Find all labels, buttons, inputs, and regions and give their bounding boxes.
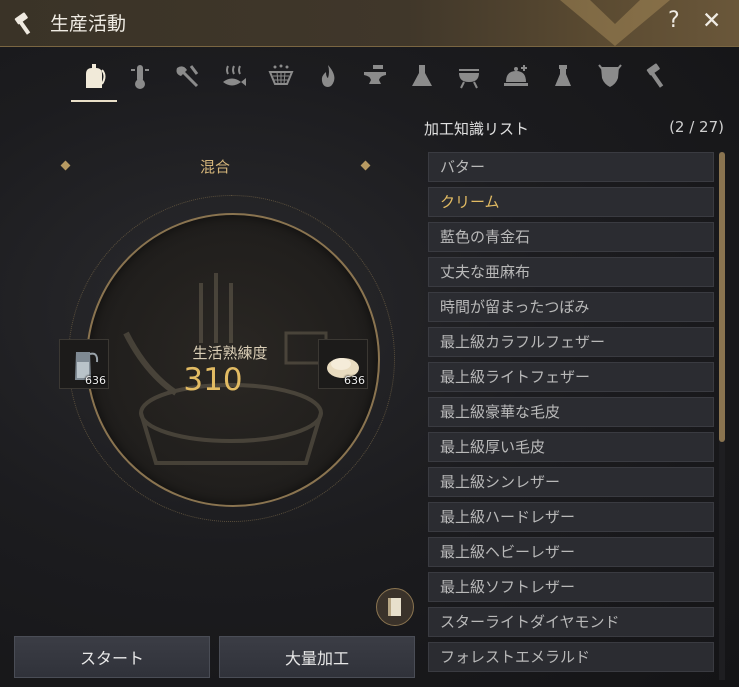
flask-icon: [412, 65, 432, 86]
category-tabs: [71, 56, 665, 104]
flame-icon: [321, 65, 335, 87]
recipe-book-button[interactable]: [376, 588, 414, 626]
window-title: 生産活動: [50, 13, 127, 35]
knowledge-list-item[interactable]: 最上級豪華な毛皮: [428, 397, 714, 427]
title-decoration: [560, 0, 670, 46]
knowledge-list-item[interactable]: 最上級ハードレザー: [428, 502, 714, 532]
tab-cooking[interactable]: [497, 56, 535, 96]
tab-alchemy[interactable]: [403, 56, 441, 96]
tab-grill[interactable]: [450, 56, 488, 96]
knowledge-list-item[interactable]: 丈夫な亜麻布: [428, 257, 714, 287]
knowledge-list-item[interactable]: クリーム: [428, 187, 714, 217]
tab-gathering[interactable]: [71, 56, 117, 102]
alchemy-tools-icon: [555, 65, 571, 86]
knowledge-list-item[interactable]: 時間が留まったつぼみ: [428, 292, 714, 322]
close-button[interactable]: ✕: [702, 8, 721, 34]
tab-alchemy-tools[interactable]: [544, 56, 582, 96]
tab-temperature[interactable]: [121, 56, 159, 96]
title-bar[interactable]: 生産活動 ? ✕: [0, 0, 739, 47]
help-button[interactable]: ?: [668, 8, 680, 33]
shield-crest-icon: [598, 64, 622, 87]
knowledge-list-count: (2 / 27): [669, 118, 724, 136]
proficiency-value: 310: [183, 362, 243, 398]
material-qty-right: 636: [344, 374, 365, 387]
knowledge-list-item[interactable]: フォレストエメラルド: [428, 642, 714, 672]
material-slot-left[interactable]: 636: [59, 339, 109, 389]
production-window: 生産活動 ? ✕ 混合 生活熟練度 310 636 636 スタート 大量加工 …: [0, 0, 739, 687]
proficiency-label: 生活熟練度: [192, 344, 268, 362]
tab-crest[interactable]: [591, 56, 629, 96]
fish-heat-icon: [223, 65, 246, 86]
hammer-icon: [646, 63, 664, 88]
thermometer-icon: [131, 65, 149, 89]
cloche-icon: [504, 65, 528, 86]
mass-process-button[interactable]: 大量加工: [219, 636, 415, 678]
tab-heating[interactable]: [309, 56, 347, 96]
knowledge-list-item[interactable]: 最上級カラフルフェザー: [428, 327, 714, 357]
category-left-diamond-icon: [60, 160, 71, 171]
tab-drying[interactable]: [215, 56, 253, 96]
hammer-icon: [14, 12, 31, 35]
knowledge-list-item[interactable]: 藍色の青金石: [428, 222, 714, 252]
book-icon: [388, 598, 401, 616]
knowledge-list-item[interactable]: バター: [428, 152, 714, 182]
anvil-icon: [364, 65, 386, 84]
axe-icon: [176, 65, 199, 88]
scrollbar-thumb[interactable]: [719, 152, 725, 442]
knowledge-list-item[interactable]: 最上級ライトフェザー: [428, 362, 714, 392]
tab-forging[interactable]: [356, 56, 394, 96]
knowledge-list-item[interactable]: 最上級ソフトレザー: [428, 572, 714, 602]
tab-chopping[interactable]: [168, 56, 206, 96]
knowledge-list-item[interactable]: 最上級ヘビーレザー: [428, 537, 714, 567]
knowledge-list-item[interactable]: 最上級シンレザー: [428, 467, 714, 497]
material-qty-left: 636: [85, 374, 106, 387]
knowledge-list-item[interactable]: スターライトダイヤモンド: [428, 607, 714, 637]
process-category: 混合: [199, 158, 230, 176]
knowledge-list-item[interactable]: 最上級厚い毛皮: [428, 432, 714, 462]
hand-bottle-icon: [86, 64, 106, 88]
material-slot-right[interactable]: 636: [318, 339, 368, 389]
grill-icon: [459, 69, 479, 89]
knowledge-list: バタークリーム藍色の青金石 丈夫な亜麻布 時間が留まったつぼみ 最上級カラフルフェザー…: [428, 152, 716, 680]
knowledge-list-title: 加工知識リスト: [424, 120, 530, 138]
category-right-diamond-icon: [360, 160, 371, 171]
sieve-icon: [268, 64, 294, 85]
tab-tools[interactable]: [638, 56, 676, 96]
tab-filtering[interactable]: [262, 56, 300, 96]
start-button[interactable]: スタート: [14, 636, 210, 678]
